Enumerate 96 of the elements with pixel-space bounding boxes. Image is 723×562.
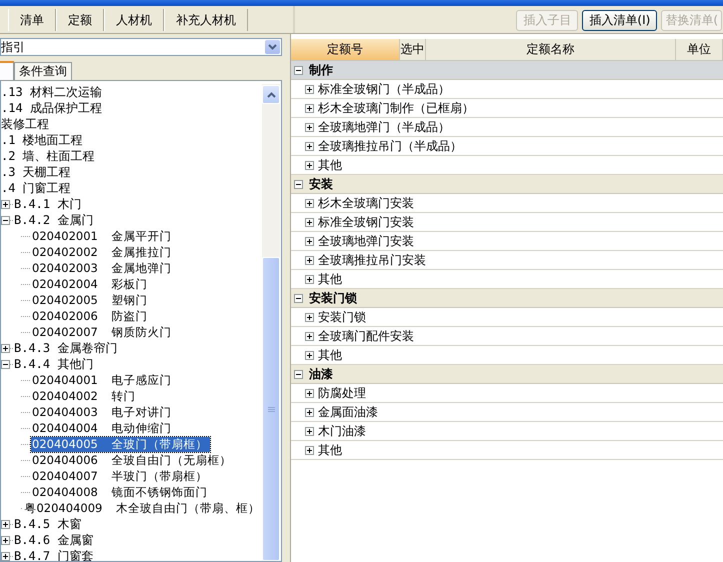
quota-item[interactable]: 全玻璃门配件安装 [318, 328, 414, 344]
column-header[interactable]: 定额号 [291, 39, 400, 60]
dropdown-value: 指引 [1, 38, 26, 56]
toolbar-button[interactable]: 插入清单(I) [582, 10, 658, 31]
scrollbar[interactable] [262, 84, 280, 561]
expand-icon[interactable] [305, 332, 314, 340]
expand-icon[interactable] [305, 160, 314, 170]
tree-item[interactable]: 020402002 金属推拉门 [31, 244, 174, 260]
quota-item[interactable]: 全玻璃推拉吊门安装 [318, 252, 426, 268]
expand-icon[interactable] [305, 198, 314, 208]
expand-icon[interactable] [305, 218, 314, 226]
quota-item[interactable]: 安装门锁 [318, 308, 366, 326]
expand-icon[interactable] [305, 350, 314, 360]
scroll-up-icon[interactable] [266, 92, 276, 98]
group-row[interactable]: 安装 [291, 175, 723, 194]
expand-icon[interactable] [1, 344, 10, 352]
collapse-icon[interactable] [294, 294, 303, 302]
tree-item[interactable]: 020402006 防盗门 [31, 308, 150, 324]
expand-icon[interactable] [1, 536, 10, 544]
tree-item[interactable]: .14 成品保护工程 [1, 100, 102, 116]
tab[interactable]: 定额 [56, 9, 104, 31]
tree-item[interactable]: 020404003 电子对讲门 [31, 404, 174, 420]
expand-icon[interactable] [305, 236, 314, 246]
quota-item[interactable]: 木门油漆 [318, 422, 366, 440]
tree-item[interactable]: .13 材料二次运输 [1, 84, 102, 100]
expand-icon[interactable] [305, 388, 314, 398]
expand-icon[interactable] [305, 274, 314, 284]
tab[interactable]: 条件查询 [14, 62, 72, 80]
expand-icon[interactable] [305, 256, 314, 264]
tree-item[interactable]: B.4.3 金属卷帘门 [14, 340, 118, 356]
tree-item[interactable]: 020402005 塑钢门 [31, 292, 150, 308]
group-row[interactable]: 安装门锁 [291, 289, 723, 308]
column-header[interactable]: 选中 [400, 39, 426, 60]
collapse-icon[interactable] [1, 360, 10, 368]
tree-item[interactable]: 020404008 镜面不锈钢饰面门 [31, 484, 210, 500]
tree-item[interactable]: B.4.6 金属窗 [14, 532, 94, 548]
expand-icon[interactable] [1, 520, 10, 528]
quota-item[interactable]: 其他 [318, 346, 342, 364]
expand-icon[interactable] [1, 200, 10, 208]
tree-item[interactable]: 020402007 钢质防火门 [31, 324, 174, 340]
quota-item[interactable]: 全玻璃推拉吊门（半成品） [318, 138, 462, 154]
grip-icon [268, 406, 274, 412]
scroll-thumb[interactable] [262, 257, 280, 561]
tree-item[interactable]: 020404002 转门 [31, 388, 138, 404]
tree-item[interactable]: B.4.1 木门 [14, 196, 82, 212]
quota-item[interactable]: 全玻璃地弹门（半成品） [318, 118, 450, 136]
collapse-icon[interactable] [294, 180, 303, 188]
tree-item[interactable]: 020404007 半玻门（带扇框） [31, 468, 210, 484]
tree-item[interactable]: .4 门窗工程 [1, 180, 71, 196]
tree-item[interactable]: B.4.5 木窗 [14, 516, 82, 532]
quota-item[interactable]: 防腐处理 [318, 384, 366, 402]
column-header[interactable]: 单位 [676, 39, 723, 60]
tab[interactable] [0, 61, 14, 80]
tree-item[interactable]: 020404001 电子感应门 [31, 372, 174, 388]
tree-item[interactable]: B.4.4 其他门 [14, 356, 94, 372]
quota-item[interactable]: 杉木全玻璃门制作（已框扇） [318, 100, 474, 116]
expand-icon[interactable] [305, 122, 314, 132]
tab[interactable]: 补充人材机 [164, 9, 248, 31]
guide-dropdown[interactable]: 指引 [0, 38, 282, 56]
tree-item[interactable]: 020404006 全玻自由门（无扇框） [31, 452, 234, 468]
collapse-icon[interactable] [1, 216, 10, 224]
quota-item[interactable]: 其他 [318, 156, 342, 174]
tree-item[interactable]: B.4.2 金属门 [14, 212, 94, 228]
expand-icon[interactable] [305, 84, 314, 94]
group-row[interactable]: 制作 [291, 61, 723, 80]
column-header[interactable]: 定额名称 [426, 39, 676, 60]
tree-item[interactable]: 装修工程 [1, 116, 49, 132]
expand-icon[interactable] [305, 408, 314, 416]
expand-icon[interactable] [305, 142, 314, 150]
tree-item[interactable]: 020402004 彩板门 [31, 276, 150, 292]
quota-item[interactable]: 其他 [318, 442, 342, 458]
quota-item[interactable]: 标准全玻钢门安装 [318, 214, 414, 230]
expand-icon[interactable] [305, 312, 314, 322]
quota-item[interactable]: 标准全玻钢门（半成品） [318, 80, 450, 98]
expand-icon[interactable] [305, 104, 314, 112]
tree-item[interactable]: 粤020404009 木全玻自由门（带扇、框） [23, 500, 262, 516]
collapse-icon[interactable] [294, 370, 303, 378]
quota-item[interactable]: 其他 [318, 270, 342, 288]
expand-icon[interactable] [1, 552, 10, 560]
quota-item[interactable]: 金属面油漆 [318, 404, 378, 420]
expand-icon[interactable] [305, 426, 314, 436]
tree-item[interactable]: 020404004 电动伸缩门 [31, 420, 174, 436]
tree-item[interactable]: 020404005 全玻门（带扇框） [31, 436, 210, 452]
tab[interactable]: 人材机 [104, 9, 164, 31]
tree-item[interactable]: .1 楼地面工程 [1, 132, 83, 148]
tree-item[interactable]: 020402003 金属地弹门 [31, 260, 174, 276]
group-row[interactable]: 油漆 [291, 365, 723, 384]
expand-icon[interactable] [305, 446, 314, 454]
tab[interactable]: 清单 [8, 9, 56, 31]
tree-item[interactable]: .2 墙、柱面工程 [1, 148, 95, 164]
collapse-icon[interactable] [294, 66, 303, 74]
tree-item[interactable]: .3 天棚工程 [1, 164, 71, 180]
quota-item[interactable]: 全玻璃地弹门安装 [318, 232, 414, 250]
quota-item[interactable]: 杉木全玻璃门安装 [318, 194, 414, 212]
tree-item[interactable]: 020402001 金属平开门 [31, 228, 174, 244]
tree-item[interactable]: B.4.7 门窗套 [14, 548, 94, 561]
